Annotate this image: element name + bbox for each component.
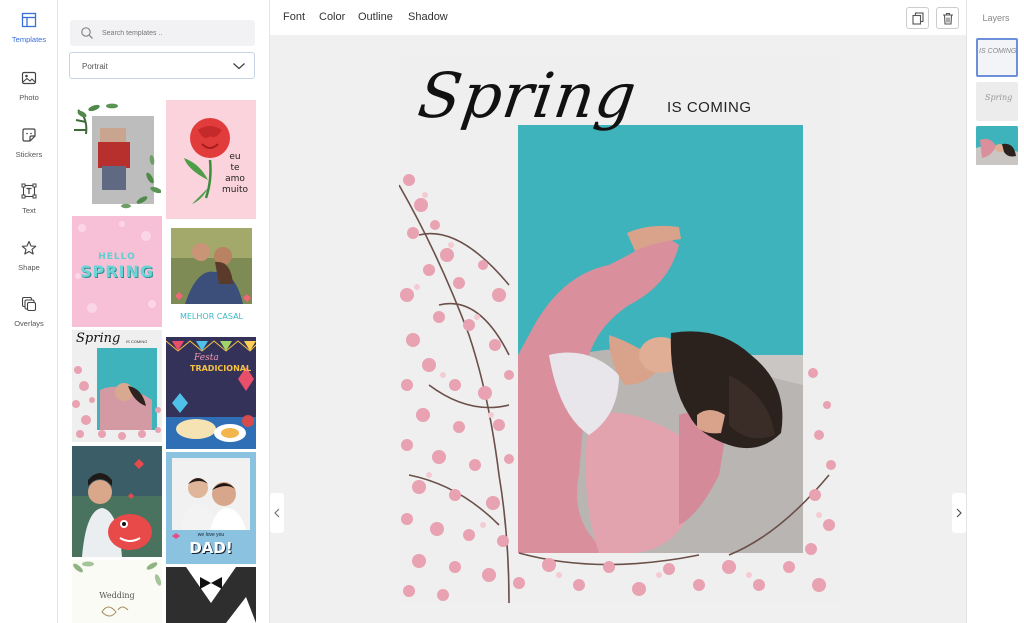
thumb-line2: TRADICIONAL xyxy=(190,364,252,373)
template-thumb-leaves[interactable] xyxy=(72,100,161,212)
templates-icon xyxy=(21,12,37,28)
rail-label: Text xyxy=(22,206,36,215)
monster-selfie-photo xyxy=(72,446,162,557)
template-thumb-hello-spring[interactable]: HELLO SPRING xyxy=(72,216,162,327)
photo-icon xyxy=(21,71,37,85)
thumb-caption: Wedding xyxy=(99,591,135,600)
layers-title: Layers xyxy=(982,13,1010,23)
text-toolbar: Font Color Outline Shadow xyxy=(270,0,966,35)
layer-item-photo[interactable] xyxy=(976,126,1018,165)
thumb-caption: MELHOR CASAL xyxy=(179,312,244,321)
chevron-down-icon xyxy=(233,63,245,70)
rail-label: Overlays xyxy=(14,319,44,328)
rail-item-shape[interactable]: Shape xyxy=(0,240,58,290)
rail-label: Stickers xyxy=(15,150,43,159)
tuxedo-illustration xyxy=(186,567,256,623)
stickers-icon xyxy=(22,128,36,142)
template-search xyxy=(70,20,255,46)
layer-item-spring[interactable]: Spring xyxy=(976,82,1018,121)
design-artboard[interactable]: Spring IS COMING xyxy=(399,55,839,603)
overlays-icon xyxy=(21,296,37,312)
rail-item-text[interactable]: Text xyxy=(0,183,58,233)
left-tool-rail: Templates Photo Stickers Text Shape Over… xyxy=(0,0,58,623)
template-thumb-festa[interactable]: Festa TRADICIONAL xyxy=(166,337,256,449)
thumb-line1: HELLO xyxy=(98,252,136,262)
chevron-right-icon xyxy=(956,508,962,518)
rail-item-photo[interactable]: Photo xyxy=(0,70,58,120)
thumb-big: DAD! xyxy=(189,539,233,557)
format-select-value: Portrait xyxy=(82,62,108,71)
template-thumb-monster[interactable] xyxy=(72,446,162,557)
rail-item-overlays[interactable]: Overlays xyxy=(0,296,58,346)
chevron-left-icon xyxy=(274,508,280,518)
canvas-area: Spring IS COMING xyxy=(270,35,966,623)
artboard-script-title[interactable]: Spring xyxy=(414,59,642,132)
editor-app: Templates Photo Stickers Text Shape Over… xyxy=(0,0,1024,623)
color-tool[interactable]: Color xyxy=(319,11,345,23)
templates-panel: Portrait xyxy=(58,0,270,623)
search-input[interactable] xyxy=(102,24,247,42)
template-thumb-tuxedo[interactable] xyxy=(166,567,256,623)
rail-item-stickers[interactable]: Stickers xyxy=(0,127,58,177)
layer-label: IS COMING xyxy=(979,48,1017,55)
search-icon xyxy=(81,27,93,39)
template-thumb-spring[interactable]: Spring IS COMING xyxy=(72,330,162,442)
template-thumb-melhor-casal[interactable]: MELHOR CASAL xyxy=(167,224,256,327)
rail-label: Templates xyxy=(11,35,47,44)
template-thumb-eu-te-amo[interactable]: eu te amo muito xyxy=(166,100,256,219)
spring-mini-illustration xyxy=(72,348,161,440)
outline-tool[interactable]: Outline xyxy=(358,11,393,23)
layer-label: Spring xyxy=(985,93,1013,102)
collapse-right-toggle[interactable] xyxy=(952,493,966,533)
duplicate-button[interactable] xyxy=(906,7,929,29)
text-icon xyxy=(21,183,37,199)
rail-label: Photo xyxy=(19,93,39,102)
spring-design-graphic xyxy=(399,125,836,603)
template-thumb-we-love-dad[interactable]: we love you DAD! xyxy=(166,452,256,564)
rail-item-templates[interactable]: Templates xyxy=(0,12,58,62)
layer-photo-thumbnail xyxy=(976,126,1018,165)
thumb-line1: Festa xyxy=(194,353,219,363)
artboard-subtitle[interactable]: IS COMING xyxy=(667,99,752,116)
thumb-small: IS COMING xyxy=(126,339,148,344)
copy-icon xyxy=(912,12,924,25)
rail-label: Shape xyxy=(18,263,40,272)
collapse-left-toggle[interactable] xyxy=(270,493,284,533)
star-icon xyxy=(21,240,37,255)
thumb-caption: eu te amo muito xyxy=(221,152,248,195)
layers-panel: Layers IS COMING Spring xyxy=(966,0,1024,623)
thumb-script: Spring xyxy=(76,331,121,346)
delete-button[interactable] xyxy=(936,7,959,29)
thumb-line2: SPRING xyxy=(79,262,155,281)
format-select[interactable]: Portrait xyxy=(69,52,255,79)
thumb-small: we love you xyxy=(197,532,225,538)
layer-item-is-coming[interactable]: IS COMING xyxy=(976,38,1018,77)
trash-icon xyxy=(943,12,953,25)
shadow-tool[interactable]: Shadow xyxy=(408,11,448,23)
leaf-frame-illustration xyxy=(74,103,161,209)
font-tool[interactable]: Font xyxy=(283,11,305,23)
template-thumb-wedding[interactable]: Wedding xyxy=(72,560,162,623)
